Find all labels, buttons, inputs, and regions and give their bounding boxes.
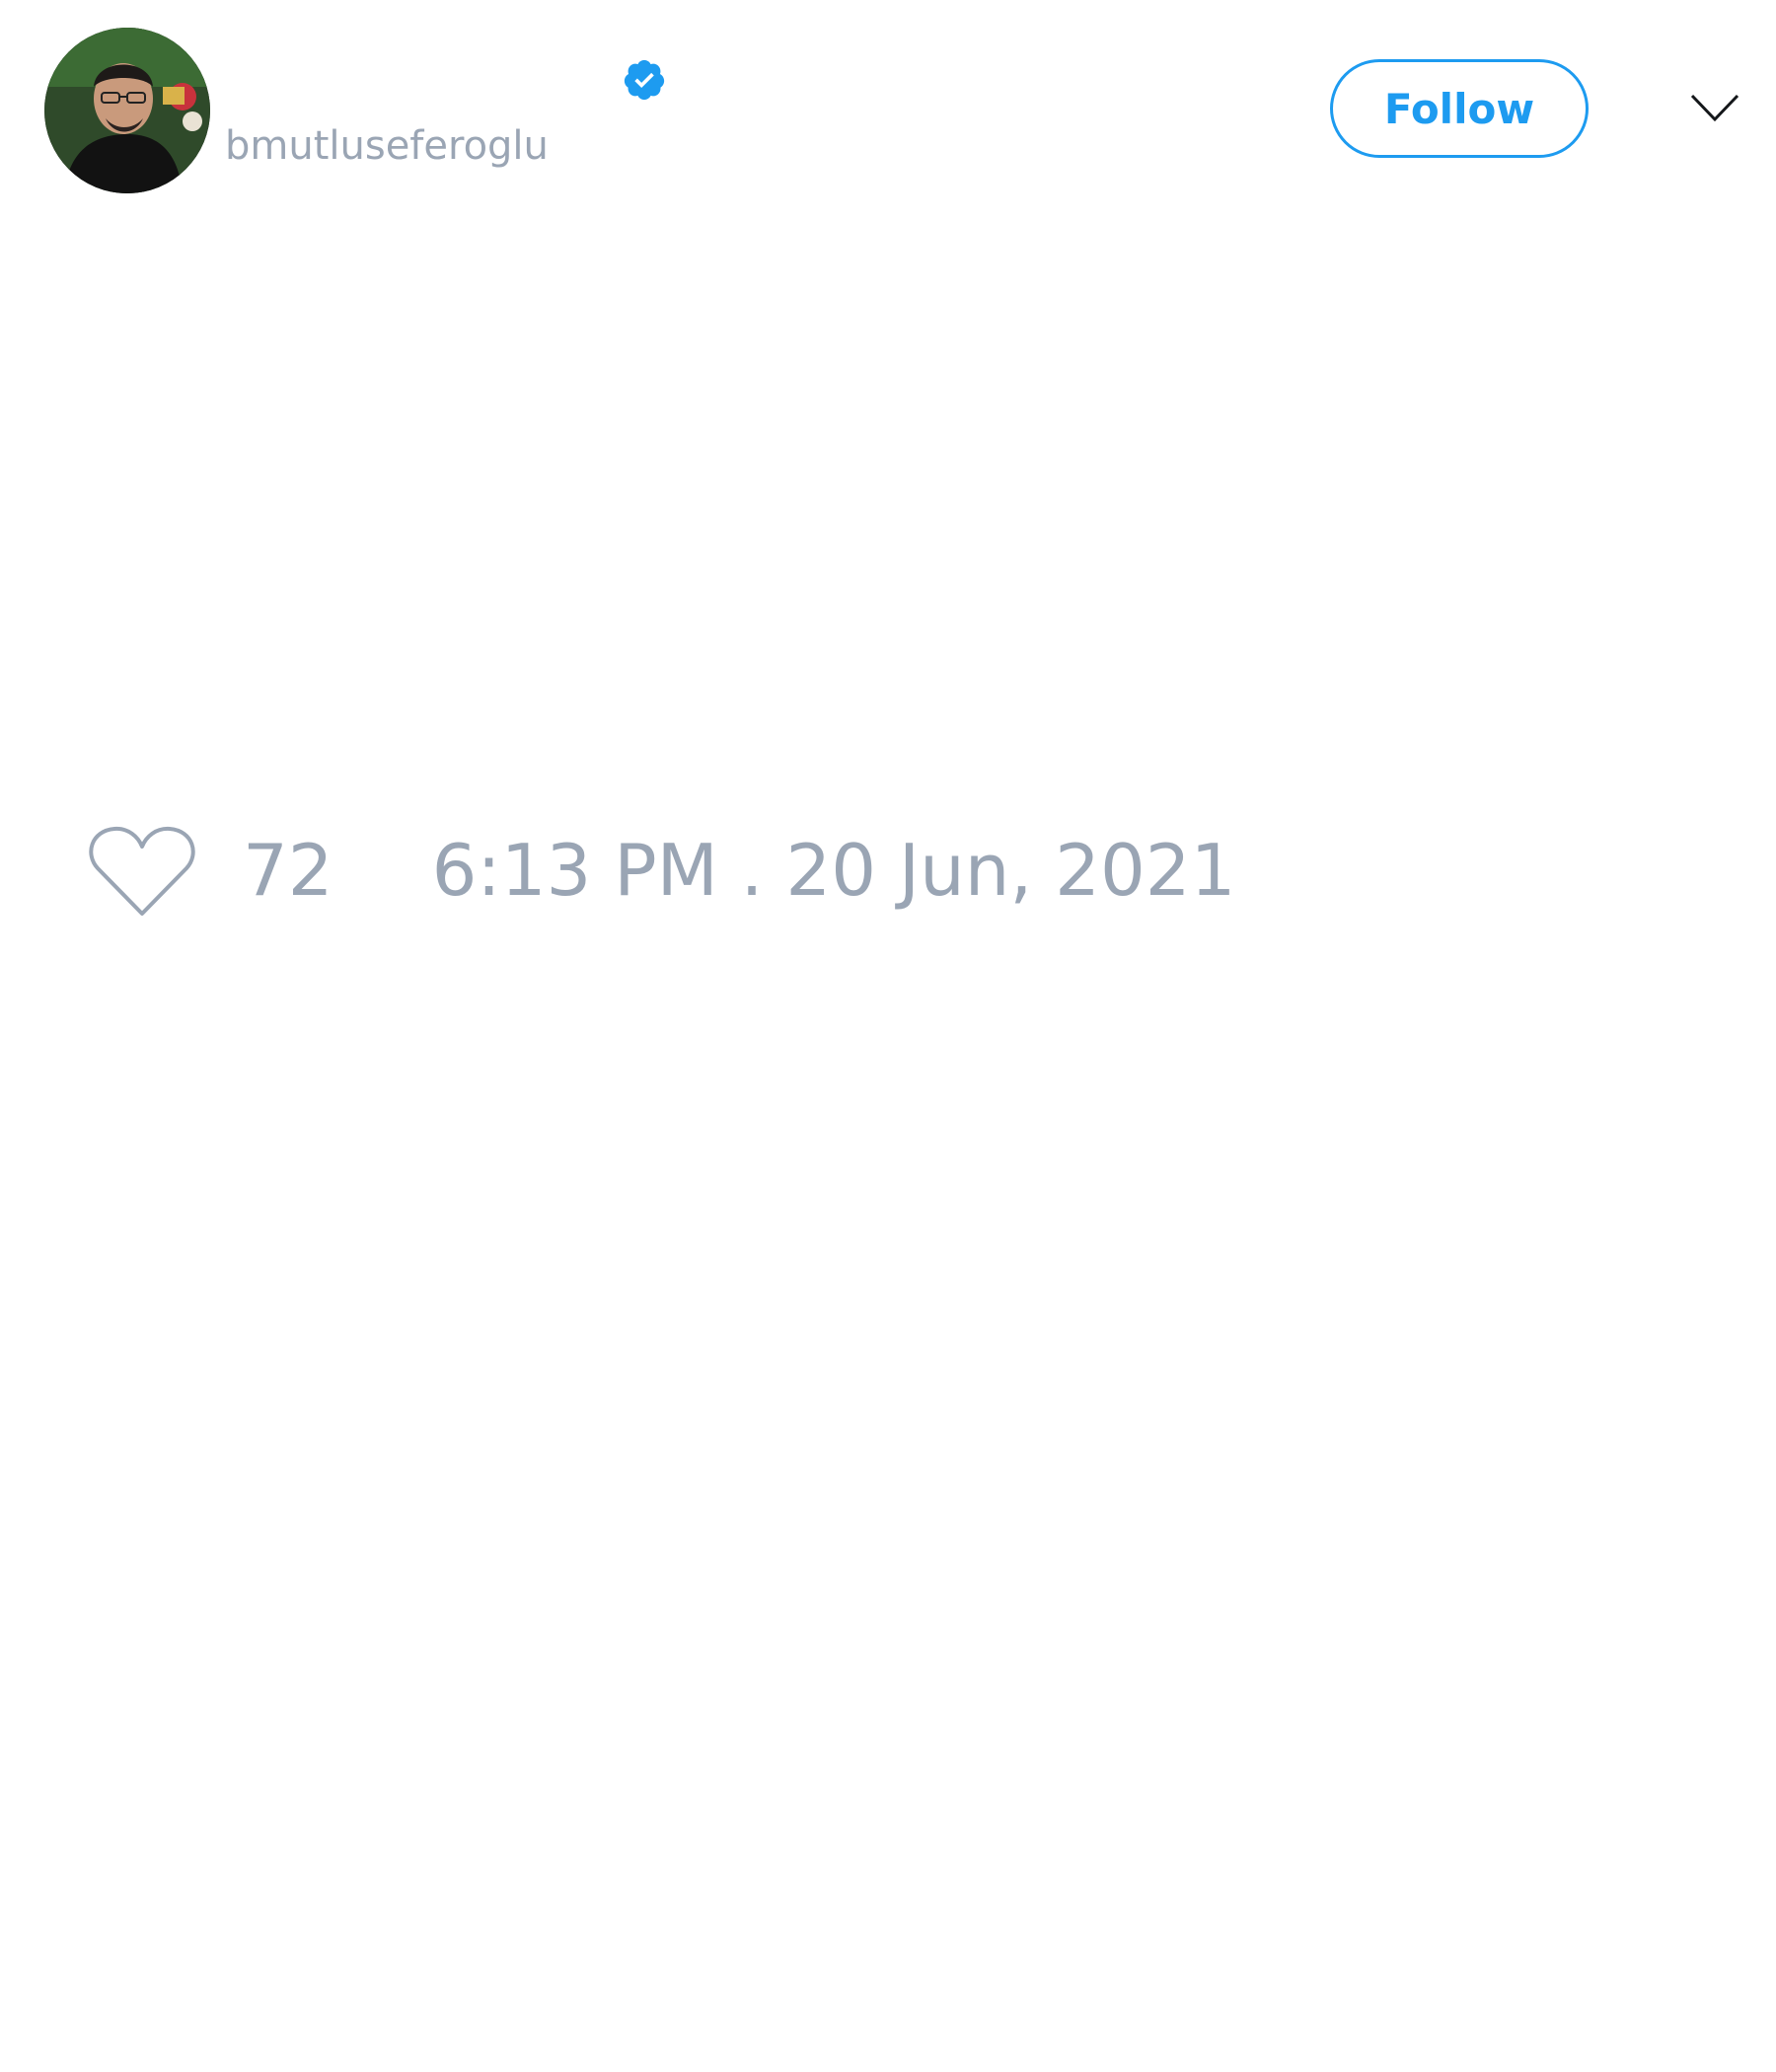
tweet-card: bmutluseferoglu Follow 72 6:13 PM . 20 J…: [0, 0, 1776, 2072]
chevron-down-icon[interactable]: [1689, 91, 1740, 124]
tweet-timestamp[interactable]: 6:13 PM . 20 Jun, 2021: [432, 835, 1236, 906]
verified-badge-icon: [624, 59, 665, 101]
heart-outline-icon[interactable]: [89, 823, 195, 918]
avatar[interactable]: [44, 28, 210, 193]
author-handle[interactable]: bmutluseferoglu: [225, 126, 549, 166]
like-count: 72: [243, 829, 333, 912]
avatar-photo: [44, 28, 210, 193]
tweet-footer: 72 6:13 PM . 20 Jun, 2021: [89, 821, 1235, 920]
follow-button[interactable]: Follow: [1330, 59, 1589, 158]
